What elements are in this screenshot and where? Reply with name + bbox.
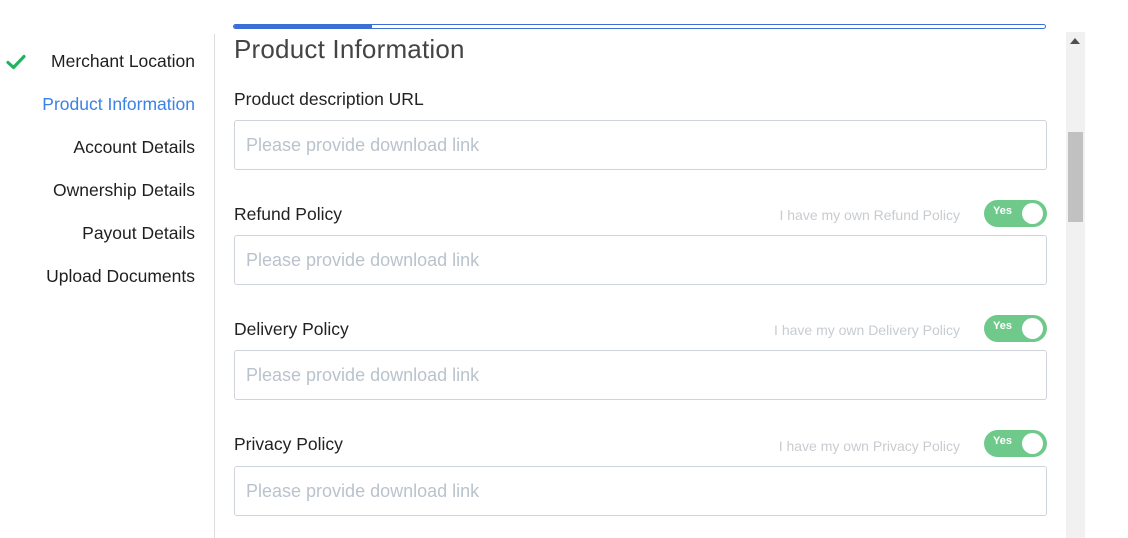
delivery-policy-toggle[interactable]: Yes [984,315,1047,342]
progress-bar [233,24,1046,29]
step-product-information[interactable]: Product Information [42,89,195,119]
toggle-label: Yes [993,205,1012,217]
checkmark-icon [6,54,26,70]
toggle-label: Yes [993,435,1012,447]
toggle-label: Yes [993,320,1012,332]
step-payout-details[interactable]: Payout Details [82,218,195,248]
toggle-knob [1022,203,1043,224]
delivery-policy-label: Delivery Policy [234,319,349,339]
page-title: Product Information [234,34,465,64]
refund-own-policy-text: I have my own Refund Policy [779,207,960,223]
delivery-own-policy-text: I have my own Delivery Policy [774,322,960,338]
product-url-label: Product description URL [234,89,424,109]
refund-policy-toggle[interactable]: Yes [984,200,1047,227]
scroll-up-arrow-icon[interactable] [1070,38,1080,44]
privacy-policy-label: Privacy Policy [234,434,343,454]
step-ownership-details[interactable]: Ownership Details [53,175,195,205]
privacy-own-policy-text: I have my own Privacy Policy [778,438,960,454]
privacy-policy-input[interactable] [234,466,1047,516]
step-upload-documents[interactable]: Upload Documents [46,261,195,291]
vertical-scrollbar[interactable] [1066,32,1085,538]
product-url-input[interactable] [234,120,1047,170]
delivery-policy-input[interactable] [234,350,1047,400]
toggle-knob [1022,318,1043,339]
scroll-thumb[interactable] [1068,132,1083,222]
step-merchant-location[interactable]: Merchant Location [51,46,195,76]
privacy-policy-toggle[interactable]: Yes [984,430,1047,457]
step-account-details[interactable]: Account Details [73,132,195,162]
sidebar-divider [214,34,215,538]
toggle-knob [1022,433,1043,454]
refund-policy-input[interactable] [234,235,1047,285]
progress-fill [234,25,372,28]
refund-policy-label: Refund Policy [234,204,342,224]
